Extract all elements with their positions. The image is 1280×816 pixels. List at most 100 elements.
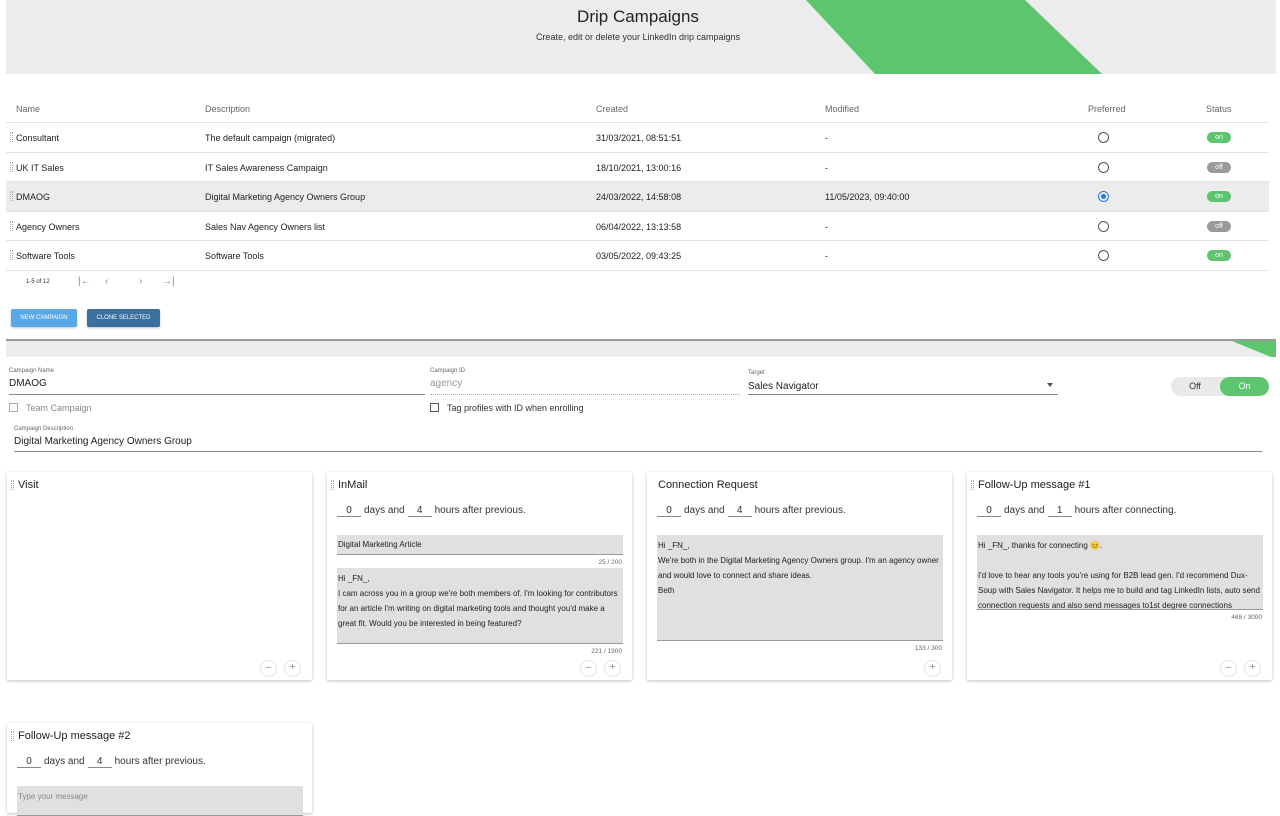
status-toggle[interactable]: off	[1207, 220, 1231, 232]
preferred-radio[interactable]	[1098, 132, 1109, 143]
inmail-message-textarea[interactable]: Hi _FN_, I cam across you in a group we'…	[337, 568, 623, 644]
hours-after-text: hours after connecting.	[1074, 505, 1177, 516]
remove-step-icon[interactable]: –	[261, 661, 276, 676]
previous-page-icon[interactable]: ‹	[105, 276, 108, 287]
table-row[interactable]: Software Tools Software Tools 03/05/2022…	[6, 241, 1269, 271]
hours-input[interactable]: 4	[87, 756, 112, 768]
preferred-radio[interactable]	[1098, 191, 1109, 202]
campaign-modified: 11/05/2023, 09:40:00	[825, 192, 910, 202]
campaign-description-label: Campaign Description	[14, 426, 74, 432]
step-title: Visit	[18, 479, 39, 491]
drag-handle-icon[interactable]	[10, 161, 13, 172]
column-header-modified[interactable]: Modified	[825, 104, 859, 114]
campaign-id-label: Campaign ID	[430, 368, 466, 374]
drag-handle-icon[interactable]	[331, 480, 334, 490]
page-subtitle: Create, edit or delete your LinkedIn dri…	[535, 32, 741, 42]
target-select[interactable]: Sales Navigator	[748, 381, 819, 392]
days-input[interactable]: 0	[977, 505, 1001, 517]
column-header-status[interactable]: Status	[1206, 104, 1232, 114]
drag-handle-icon[interactable]	[11, 480, 14, 490]
hours-input[interactable]: 4	[727, 505, 752, 517]
add-step-icon[interactable]: +	[605, 661, 620, 676]
add-step-icon[interactable]: +	[925, 661, 940, 676]
preferred-radio[interactable]	[1098, 250, 1109, 261]
follow-up-2-message-textarea[interactable]: Type your message	[17, 786, 303, 816]
new-campaign-button[interactable]: NEW CAMPAIGN	[11, 309, 77, 327]
campaign-name-input[interactable]: DMAOG	[9, 378, 47, 389]
page-title: Drip Campaigns	[577, 7, 699, 26]
section-divider	[6, 339, 1276, 357]
next-page-icon[interactable]: ›	[139, 276, 142, 287]
campaign-description-input[interactable]: Digital Marketing Agency Owners Group	[14, 436, 192, 447]
status-toggle[interactable]: on	[1207, 132, 1231, 143]
status-toggle[interactable]: on	[1207, 250, 1231, 261]
remove-step-icon[interactable]: –	[1221, 661, 1236, 676]
campaign-id-underline	[430, 394, 740, 395]
campaign-name: Agency Owners	[16, 221, 80, 232]
days-input[interactable]: 0	[17, 756, 41, 768]
message-character-counter: 221 / 1900	[591, 648, 622, 655]
table-row[interactable]: Agency Owners Sales Nav Agency Owners li…	[6, 212, 1269, 241]
connection-message-textarea[interactable]: Hi _FN_, We're both in the Digital Marke…	[657, 535, 943, 641]
hours-input[interactable]: 4	[407, 505, 432, 517]
page-header: Drip Campaigns Create, edit or delete yo…	[6, 0, 1276, 74]
table-row[interactable]: DMAOG Digital Marketing Agency Owners Gr…	[6, 182, 1269, 212]
drag-handle-icon[interactable]	[10, 132, 13, 142]
drag-handle-icon[interactable]	[10, 191, 13, 201]
toggle-on-option[interactable]: On	[1220, 377, 1269, 396]
campaign-description: Digital Marketing Agency Owners Group	[205, 192, 366, 202]
hours-input[interactable]: 1	[1047, 505, 1072, 517]
days-input[interactable]: 0	[657, 505, 681, 517]
last-page-icon[interactable]: →|	[162, 276, 175, 287]
follow-up-1-message-textarea[interactable]: Hi _FN_, thanks for connecting 😊. I'd lo…	[977, 535, 1263, 610]
add-step-icon[interactable]: +	[1245, 661, 1260, 676]
days-and-text: days and	[1004, 505, 1045, 516]
dropdown-arrow-icon[interactable]	[1047, 383, 1053, 387]
campaign-name: DMAOG	[16, 192, 51, 202]
column-header-preferred[interactable]: Preferred	[1088, 104, 1126, 114]
column-header-name[interactable]: Name	[16, 104, 40, 114]
table-row[interactable]: Consultant The default campaign (migrate…	[6, 123, 1269, 153]
divider-accent-triangle	[1232, 341, 1276, 357]
inmail-subject-input[interactable]: Digital Marketing Article	[337, 535, 623, 555]
column-header-created[interactable]: Created	[596, 104, 628, 114]
tag-profiles-checkbox[interactable]	[430, 403, 439, 412]
drag-handle-icon[interactable]	[11, 731, 14, 741]
status-toggle[interactable]: off	[1207, 161, 1231, 173]
step-title: InMail	[338, 479, 368, 491]
remove-step-icon[interactable]: –	[581, 661, 596, 676]
clone-selected-button[interactable]: CLONE SELECTED	[87, 309, 160, 327]
campaign-created: 03/05/2022, 09:43:25	[596, 251, 682, 261]
campaign-name-underline	[9, 394, 425, 395]
target-label: Target	[748, 370, 765, 376]
add-step-icon[interactable]: +	[285, 661, 300, 676]
toggle-off-option[interactable]: Off	[1171, 377, 1219, 396]
campaigns-table: Name Description Created Modified Prefer…	[6, 96, 1269, 271]
step-card-inmail[interactable]: InMail 0 days and 4 hours after previous. D…	[327, 472, 632, 680]
subject-character-counter: 25 / 200	[598, 559, 623, 566]
campaign-modified: -	[825, 162, 828, 173]
drag-handle-icon[interactable]	[971, 480, 974, 490]
drag-handle-icon[interactable]	[10, 220, 13, 231]
hours-after-text: hours after previous.	[434, 505, 526, 516]
column-header-description[interactable]: Description	[205, 104, 250, 114]
campaign-on-off-toggle[interactable]: Off On	[1171, 377, 1269, 396]
step-card-follow-up-1[interactable]: Follow-Up message #1 0 days and 1 hours aft…	[967, 472, 1272, 680]
step-card-connection-request[interactable]: Connection Request 0 days and 4 hours after…	[647, 472, 952, 680]
preferred-radio[interactable]	[1098, 220, 1109, 232]
status-toggle[interactable]: on	[1207, 191, 1231, 202]
campaign-name: Software Tools	[16, 251, 75, 261]
team-campaign-checkbox[interactable]	[9, 403, 18, 412]
preferred-radio[interactable]	[1098, 161, 1109, 173]
drag-handle-icon[interactable]	[10, 250, 13, 260]
hours-after-text: hours after previous.	[114, 756, 206, 767]
campaign-id-input[interactable]: agency	[430, 378, 462, 389]
first-page-icon[interactable]: |←	[78, 276, 91, 287]
days-and-text: days and	[44, 756, 85, 767]
table-row[interactable]: UK IT Sales IT Sales Awareness Campaign …	[6, 153, 1269, 182]
campaign-created: 06/04/2022, 13:13:58	[596, 221, 682, 232]
step-card-visit[interactable]: Visit – +	[7, 472, 312, 680]
table-header: Name Description Created Modified Prefer…	[6, 96, 1269, 123]
days-input[interactable]: 0	[337, 505, 361, 517]
step-title: Connection Request	[658, 479, 758, 491]
